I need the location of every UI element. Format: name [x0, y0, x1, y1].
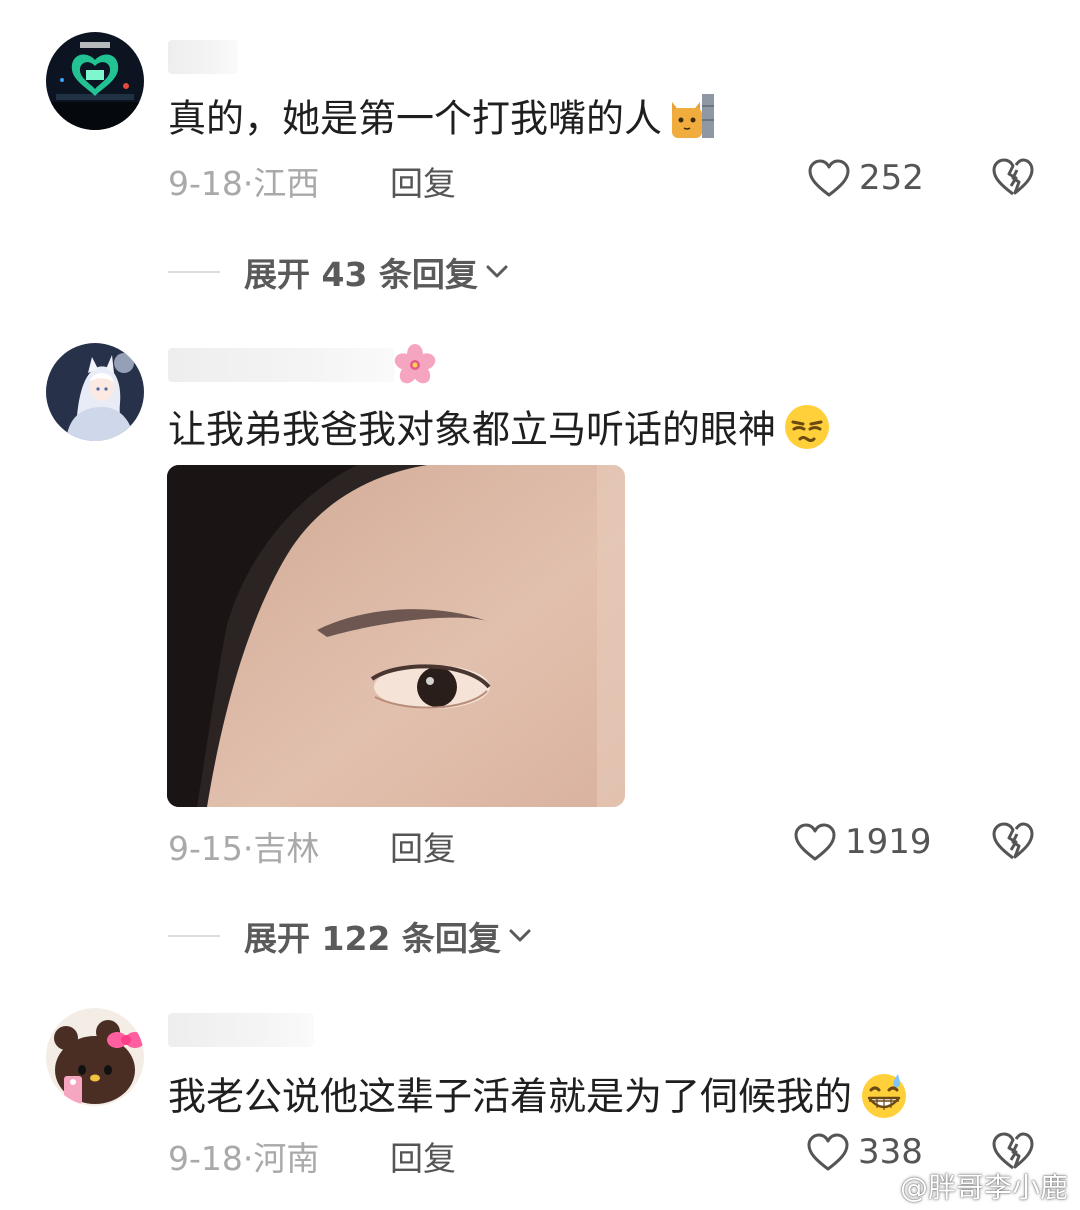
username-placeholder[interactable]: [168, 348, 394, 382]
avatar[interactable]: [46, 343, 144, 441]
annoyed-face-emoji: [782, 402, 832, 462]
heart-icon: [807, 1133, 849, 1171]
comment-meta: 9-18·江西: [168, 157, 319, 205]
like-count: 1919: [845, 822, 932, 862]
weibo-icon: [856, 1172, 893, 1202]
watermark-text: @胖哥李小鹿: [899, 1171, 1068, 1204]
like-button[interactable]: 252: [807, 156, 924, 200]
meta-separator: ·: [242, 164, 254, 203]
comment-text-content: 真的，她是第一个打我嘴的人: [168, 96, 663, 141]
expand-divider: [168, 935, 220, 937]
comment-region: 江西: [253, 164, 320, 203]
reply-button[interactable]: 回复: [390, 1132, 456, 1180]
watermark: @胖哥李小鹿: [856, 1166, 1068, 1206]
meta-separator: ·: [242, 829, 254, 868]
heart-icon: [808, 159, 850, 197]
expand-replies-button[interactable]: 展开 43 条回复: [168, 250, 510, 294]
comment-date: 9-18: [168, 164, 243, 203]
comment-text: 让我弟我爸我对象都立马听话的眼神: [168, 402, 832, 462]
broken-heart-icon: [992, 822, 1034, 860]
username-placeholder[interactable]: [168, 40, 238, 74]
comment-meta: 9-15·吉林: [168, 822, 319, 870]
chevron-down-icon: [509, 929, 531, 942]
comment-region: 吉林: [253, 829, 320, 868]
comment-image[interactable]: [167, 465, 625, 807]
cherry-blossom-emoji: [392, 342, 438, 392]
username-placeholder[interactable]: [168, 1013, 314, 1047]
expand-divider: [168, 271, 220, 273]
like-button[interactable]: 1919: [793, 820, 932, 864]
cat-peeking-emoji: [668, 92, 716, 150]
avatar[interactable]: [46, 1008, 144, 1106]
meta-separator: ·: [242, 1139, 254, 1178]
comment-text-content: 让我弟我爸我对象都立马听话的眼神: [168, 407, 777, 452]
expand-replies-button[interactable]: 展开 122 条回复: [168, 914, 533, 958]
comment-text-content: 我老公说他这辈子活着就是为了伺候我的: [168, 1074, 853, 1119]
dislike-button[interactable]: [990, 156, 1036, 200]
expand-replies-label: 展开 122 条回复: [244, 919, 501, 958]
comment-region: 河南: [253, 1139, 320, 1178]
dislike-button[interactable]: [990, 820, 1036, 864]
like-count: 252: [859, 158, 924, 198]
reply-button[interactable]: 回复: [390, 822, 456, 870]
grinning-sweat-emoji: [858, 1068, 910, 1130]
comment-text: 真的，她是第一个打我嘴的人: [168, 92, 716, 150]
comment-thread: 真的，她是第一个打我嘴的人 9-18·江西 回复 252 展开 43 条回复 让…: [0, 0, 1080, 1210]
chevron-down-icon: [486, 265, 508, 278]
reply-button[interactable]: 回复: [390, 157, 456, 205]
expand-replies-label: 展开 43 条回复: [244, 255, 478, 294]
avatar[interactable]: [46, 32, 144, 130]
comment-text: 我老公说他这辈子活着就是为了伺候我的: [168, 1068, 910, 1130]
comment-date: 9-18: [168, 1139, 243, 1178]
comment-date: 9-15: [168, 829, 243, 868]
broken-heart-icon: [992, 158, 1034, 196]
comment-meta: 9-18·河南: [168, 1132, 319, 1180]
heart-icon: [794, 823, 836, 861]
